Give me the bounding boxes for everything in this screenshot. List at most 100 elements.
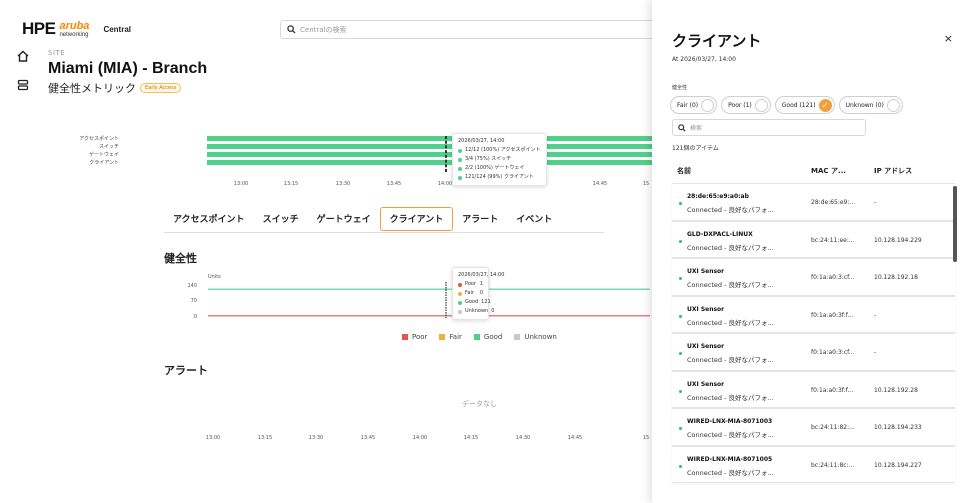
- health-section-title: 健全性: [164, 252, 197, 265]
- good-dot: [458, 157, 462, 162]
- close-icon[interactable]: ×: [944, 32, 953, 45]
- tooltip-row: 2/2 (100%) ゲートウェイ: [458, 164, 541, 173]
- table-row[interactable]: UXI Sensor Connected - 良好なパフォ... f0:1a:a0:…: [672, 295, 955, 333]
- tooltip-time: 2026/03/27, 14:00: [458, 272, 505, 278]
- aruba-networking-text: networking: [59, 31, 89, 38]
- legend-label: Fair: [449, 333, 462, 341]
- tooltip-row: Good 121: [458, 298, 491, 307]
- aruba-logo: aruba networking: [59, 19, 90, 38]
- filter-poor[interactable]: Poor (1): [721, 96, 771, 114]
- legend-item-poor[interactable]: Poor: [402, 333, 427, 341]
- y-tick-label: 140: [187, 283, 197, 289]
- status-dot: [679, 352, 682, 355]
- table-row[interactable]: WIRED-LNX-MIA-8071003 Connected - 良好なパフォ.…: [672, 408, 955, 446]
- legend-swatch: [439, 334, 446, 340]
- table-row[interactable]: UXI Sensor Connected - 良好なパフォ... f0:1a:a0:…: [672, 333, 955, 371]
- filter-good[interactable]: Good (121) ✓: [774, 96, 835, 114]
- health-series-group: [208, 288, 650, 317]
- home-icon[interactable]: [16, 49, 30, 63]
- tick-label: 14:30: [515, 435, 531, 441]
- client-name: UXI Sensor: [687, 268, 725, 275]
- legend-swatch: [473, 334, 480, 340]
- device-tabs: アクセスポイント スイッチ ゲートウェイ クライアント アラート イベント: [164, 205, 604, 233]
- client-ip: 10.128.194.229: [874, 236, 922, 244]
- tab-gateways[interactable]: ゲートウェイ: [308, 207, 380, 231]
- column-header-mac[interactable]: MAC ア...: [811, 166, 846, 176]
- legend-item-fair[interactable]: Fair: [439, 333, 462, 341]
- legend-label: Poor: [412, 333, 428, 341]
- table-row[interactable]: GLD-DXPACL-LINUX Connected - 良好なパフォ... bc:…: [672, 220, 955, 258]
- client-status: Connected - 良好なパフォ...: [687, 281, 774, 289]
- aruba-wordmark: aruba: [59, 19, 90, 32]
- tick-label: 14:00: [437, 181, 453, 187]
- search-placeholder: Centralの検索: [300, 25, 347, 34]
- status-dot: [679, 277, 682, 280]
- tooltip-name: Good: [465, 299, 479, 305]
- client-name: 28:de:65:e9:a0:ab: [687, 193, 749, 200]
- radio-icon: [754, 98, 768, 112]
- column-header-name[interactable]: 名前: [677, 166, 691, 176]
- search-icon: [678, 123, 686, 132]
- client-mac: bc:24:11:ee:...: [811, 236, 855, 244]
- tooltip-value: 0: [491, 308, 495, 314]
- filter-label: Good (121): [781, 101, 816, 109]
- table-row[interactable]: UXI Sensor Connected - 良好なパフォ... f0:1a:a0:…: [672, 370, 955, 408]
- table-row[interactable]: 28:de:65:e9:a0:ab Connected - 良好なパフォ... 28…: [672, 183, 955, 221]
- tick-label: 14:45: [567, 435, 583, 441]
- filter-label: Poor (1): [728, 101, 752, 109]
- tick-label: 14:45: [592, 181, 608, 187]
- client-name: UXI Sensor: [687, 305, 725, 313]
- client-mac: f0:1a:a0:3:cf...: [811, 274, 855, 281]
- client-name: GLD-DXPACL-LINUX: [687, 230, 753, 238]
- client-mac: 28:de:65:e9:...: [811, 199, 856, 206]
- tick-label: 13:00: [205, 435, 221, 441]
- status-dot: [679, 389, 682, 393]
- client-ip: 10.128.194.227: [874, 461, 922, 469]
- time-cursor[interactable]: [445, 136, 447, 172]
- tab-access-points[interactable]: アクセスポイント: [164, 207, 254, 231]
- filter-fair[interactable]: Fair (0): [670, 96, 718, 114]
- devices-icon[interactable]: [16, 78, 30, 92]
- client-status: Connected - 良好なパフォ...: [687, 206, 774, 214]
- legend-label: Good: [483, 333, 503, 341]
- good-dot: [458, 175, 462, 180]
- tab-events[interactable]: イベント: [507, 207, 561, 231]
- health-chart[interactable]: Units 140 70 0: [164, 272, 654, 324]
- early-access-badge: Early Access: [140, 83, 182, 93]
- legend-item-unknown[interactable]: Unknown: [514, 333, 557, 341]
- column-header-ip[interactable]: IP アドレス: [874, 166, 912, 176]
- table-row[interactable]: UXI Sensor Connected - 良好なパフォ... f0:1a:a0:…: [672, 258, 955, 296]
- site-label: SITE: [48, 49, 66, 57]
- strip-time-axis: 13:00 13:15 13:30 13:45 14:00 14:45 15: [0, 181, 650, 189]
- tooltip-value: 12/12 (100%) アクセスポイント: [465, 147, 541, 153]
- legend-item-good[interactable]: Good: [473, 333, 503, 341]
- brand-logo[interactable]: HPE aruba networking Central: [22, 19, 131, 39]
- y-tick-label: 0: [194, 314, 197, 320]
- table-scrollbar[interactable]: [953, 186, 957, 262]
- clients-drawer: クライアント × At 2026/03/27, 14:00 健全性 Fair (…: [652, 0, 979, 503]
- hpe-logo-text: HPE: [22, 19, 56, 38]
- status-dot: [679, 464, 682, 468]
- client-search-input[interactable]: 検索: [672, 119, 866, 136]
- client-status: Connected - 良好なパフォ...: [687, 318, 774, 327]
- tab-alerts[interactable]: アラート: [453, 207, 507, 231]
- tab-switches[interactable]: スイッチ: [254, 207, 308, 231]
- subtitle-text: 健全性メトリック: [48, 82, 136, 95]
- strip-label: クライアント: [89, 160, 119, 166]
- global-search-input[interactable]: Centralの検索: [280, 20, 660, 39]
- strip-label: ゲートウェイ: [88, 152, 119, 158]
- tooltip-value: 0: [479, 290, 483, 296]
- health-tooltip: 2026/03/27, 14:00 Poor 1 Fair 0 Good 121 Un…: [452, 267, 505, 320]
- filter-unknown[interactable]: Unknown (0): [838, 96, 903, 114]
- tooltip-value: 121: [481, 299, 491, 305]
- legend-label: Unknown: [524, 333, 557, 341]
- client-status: Connected - 良好なパフォ...: [687, 431, 774, 439]
- client-mac: f0:1a:a0:3f:f...: [811, 386, 854, 394]
- tick-label: 13:30: [335, 181, 351, 187]
- tick-label: 14:15: [463, 435, 479, 441]
- good-dot: [458, 148, 462, 153]
- alerts-empty-message: データなし: [462, 400, 497, 408]
- fair-dot: [458, 291, 462, 296]
- tab-clients[interactable]: クライアント: [379, 206, 454, 231]
- table-row[interactable]: WIRED-LNX-MIA-8071005 Connected - 良好なパフォ.…: [672, 445, 955, 483]
